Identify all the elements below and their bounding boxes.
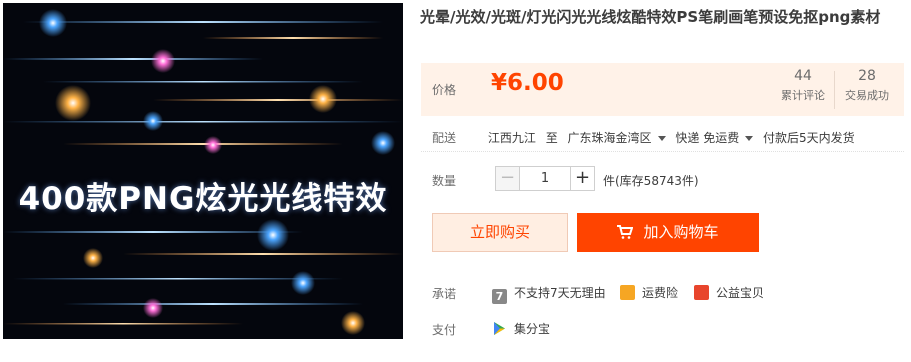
seven-day-icon: 7 <box>492 289 507 304</box>
dispatch-time: 付款后5天内发货 <box>763 131 855 145</box>
promise-text: 公益宝贝 <box>716 286 765 300</box>
quantity-increase-button[interactable]: + <box>570 166 595 191</box>
payment-method-text: 集分宝 <box>514 322 551 336</box>
ship-from: 江西九江 <box>487 131 536 145</box>
quantity-input[interactable]: 1 <box>520 166 570 191</box>
destination-select[interactable]: 广东珠海金湾区 <box>568 131 672 145</box>
jifenbao-icon <box>492 321 507 336</box>
stock-text: 件(库存58743件) <box>603 174 699 188</box>
destination-text: 广东珠海金湾区 <box>567 131 652 145</box>
payment-method[interactable]: 集分宝 <box>492 320 550 337</box>
add-to-cart-button[interactable]: 加入购物车 <box>577 213 759 252</box>
review-count: 44 <box>794 68 812 84</box>
divider <box>421 151 904 152</box>
price-panel: 价格 ¥6.00 44 累计评论 28 交易成功 <box>421 63 904 116</box>
promise-text: 运费险 <box>642 286 679 300</box>
review-count-stat[interactable]: 44 累计评论 <box>772 68 834 103</box>
buy-now-button[interactable]: 立即购买 <box>432 213 568 252</box>
sales-count-stat[interactable]: 28 交易成功 <box>836 68 898 103</box>
image-caption: 400款PNG炫光光线特效 <box>18 181 388 217</box>
payment-label: 支付 <box>432 323 457 337</box>
promise-item-seven-day[interactable]: 7 不支持7天无理由 <box>492 284 606 304</box>
shipping-method-text: 快递 免运费 <box>675 131 740 145</box>
product-title: 光晕/光效/光斑/灯光闪光光线炫酷特效PS笔刷画笔预设免抠png素材 <box>420 8 881 26</box>
price-value: ¥6.00 <box>491 70 564 96</box>
promise-text: 不支持7天无理由 <box>514 286 606 300</box>
stats-divider <box>834 71 835 109</box>
promise-item-freight-insurance[interactable]: 运费险 <box>620 284 678 301</box>
sales-count: 28 <box>858 68 876 84</box>
quantity-decrease-button[interactable]: − <box>495 166 520 191</box>
review-count-label: 累计评论 <box>781 89 825 102</box>
light-effects-artwork <box>3 9 403 335</box>
cart-icon <box>617 216 634 253</box>
chevron-down-icon <box>745 136 754 141</box>
sales-count-label: 交易成功 <box>845 89 889 102</box>
product-main-image[interactable]: 400款PNG炫光光线特效 <box>3 3 403 339</box>
shipping-label: 配送 <box>432 131 457 145</box>
ship-to-word: 至 <box>545 131 558 145</box>
add-to-cart-label: 加入购物车 <box>643 223 719 241</box>
charity-icon <box>694 285 709 300</box>
chevron-down-icon <box>657 136 666 141</box>
promise-item-charity[interactable]: 公益宝贝 <box>694 284 764 301</box>
promise-label: 承诺 <box>432 287 457 301</box>
freight-insurance-icon <box>620 285 635 300</box>
price-label: 价格 <box>432 83 457 97</box>
shipping-row: 配送 江西九江 至 广东珠海金湾区 快递 免运费 付款后5天内发货 <box>421 129 904 146</box>
shipping-method-select[interactable]: 快递 免运费 <box>675 131 759 145</box>
quantity-label: 数量 <box>432 174 457 188</box>
